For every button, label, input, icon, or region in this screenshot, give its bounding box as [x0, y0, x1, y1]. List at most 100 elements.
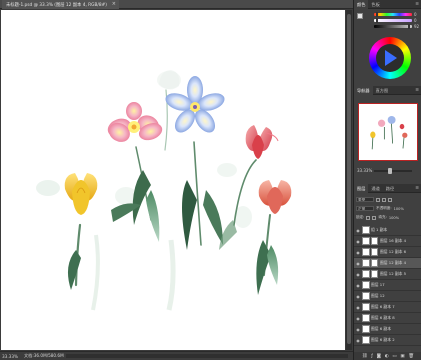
tab-color[interactable]: 颜色 [354, 0, 369, 9]
coral-tulip [258, 180, 292, 214]
status-bar: 33.33% 文档:36.0M/580.6M > [0, 351, 353, 360]
folder-icon[interactable]: ▭ [392, 354, 396, 359]
layer-name[interactable]: 组 1 副本 [371, 227, 405, 233]
opacity-label: 不透明度: [376, 206, 392, 210]
layer-name[interactable]: 图层 12 副本 6 [380, 249, 414, 255]
layer-mask-thumbnail[interactable] [371, 270, 378, 278]
layer-name[interactable]: 图层 17 [371, 282, 405, 288]
layer-name[interactable]: 图层 6 副本 7 [371, 304, 405, 310]
eye-icon[interactable]: ◉ [354, 250, 362, 255]
saturation-slider[interactable] [374, 18, 412, 23]
brightness-slider[interactable] [374, 24, 412, 29]
vertical-scroll-thumb[interactable] [347, 14, 351, 344]
layer-thumbnail[interactable] [362, 314, 370, 322]
vertical-scrollbar[interactable] [346, 10, 352, 350]
blend-mode-select[interactable]: 正常 [356, 206, 374, 211]
panel-menu-icon[interactable]: ≡ [415, 186, 419, 191]
fx-icon[interactable]: ƒ [371, 354, 373, 359]
color-wheel[interactable] [369, 37, 411, 79]
layer-name[interactable]: 图层 12 副本 5 [380, 271, 414, 277]
layer-thumbnail[interactable] [362, 248, 370, 256]
layer-row[interactable]: ◉ 图层 12 副本 6 [354, 247, 421, 258]
layer-name[interactable]: 图层 12 副本 4 [380, 260, 414, 266]
layer-row[interactable]: ◉ 图层 6 副本 8 [354, 313, 421, 324]
eye-icon[interactable]: ◉ [354, 316, 362, 321]
brightness-slider-handle[interactable] [408, 24, 410, 29]
layer-thumbnail[interactable] [362, 336, 370, 344]
layer-row[interactable]: ◉ 图层 17 [354, 280, 421, 291]
layer-mask-thumbnail[interactable] [371, 248, 378, 256]
eye-icon[interactable]: ◉ [354, 305, 362, 310]
layer-row[interactable]: ◉ 图层 6 副本 [354, 324, 421, 335]
layer-mask-thumbnail[interactable] [371, 259, 378, 267]
foreground-color-swatch[interactable] [357, 13, 363, 19]
tab-navigator[interactable]: 导航器 [354, 85, 373, 95]
eye-icon[interactable]: ◉ [354, 261, 362, 266]
navigator-preview[interactable] [358, 103, 418, 161]
filter-pixel-icon[interactable] [376, 197, 380, 202]
color-wheel-center[interactable] [376, 44, 404, 72]
hue-slider[interactable] [374, 12, 412, 17]
eye-icon[interactable]: ◉ [354, 239, 362, 244]
layer-row[interactable]: ◉ 图层 6 副本 7 [354, 302, 421, 313]
new-layer-icon[interactable]: ▣ [400, 354, 404, 359]
lock-pixels-icon[interactable] [366, 215, 371, 220]
adjustment-icon[interactable]: ◐ [385, 354, 389, 359]
filter-adjust-icon[interactable] [382, 197, 386, 202]
tab-paths[interactable]: 路径 [383, 184, 397, 193]
saturation-slider-handle[interactable] [376, 18, 378, 23]
layer-thumbnail[interactable] [362, 270, 370, 278]
tab-histogram[interactable]: 直方图 [373, 86, 392, 95]
trash-icon[interactable]: 🗑 [408, 354, 414, 359]
layer-row[interactable]: ◉ 图层 12 副本 5 [354, 269, 421, 280]
tab-swatches[interactable]: 色板 [368, 0, 382, 9]
layer-row[interactable]: ◉ 图层 6 副本 2 [354, 335, 421, 346]
layer-name[interactable]: 图层 6 副本 8 [371, 315, 405, 321]
layer-name[interactable]: 图层 16 副本 4 [380, 238, 414, 244]
layer-row[interactable]: ◉ 图层 12 [354, 291, 421, 302]
eye-icon[interactable]: ◉ [354, 294, 362, 299]
yellow-tulip [64, 173, 98, 215]
layer-kind-filter[interactable]: 类型 [356, 197, 374, 202]
navigator-zoom-knob[interactable] [388, 168, 392, 174]
color-triangle-icon[interactable] [385, 50, 397, 66]
layer-name[interactable]: 图层 6 副本 [371, 326, 405, 332]
tab-layers[interactable]: 图层 [354, 183, 369, 193]
eye-icon[interactable]: ◉ [354, 272, 362, 277]
layer-thumbnail[interactable] [362, 292, 370, 300]
panel-menu-icon[interactable]: ≡ [415, 88, 419, 93]
lock-position-icon[interactable] [372, 215, 377, 220]
layer-thumbnail[interactable] [362, 281, 370, 289]
navigator-zoom-slider[interactable] [374, 168, 412, 174]
link-icon[interactable]: ⛓ [362, 354, 368, 359]
layer-thumbnail[interactable] [362, 325, 370, 333]
layer-row[interactable]: ◉ 组 1 副本 [354, 225, 421, 236]
mask-icon[interactable]: ◙ [377, 354, 381, 359]
layer-row[interactable]: ◉ 图层 12 副本 4 [354, 258, 421, 269]
canvas[interactable] [1, 10, 345, 350]
eye-icon[interactable]: ◉ [354, 327, 362, 332]
panel-menu-icon[interactable]: ≡ [415, 2, 419, 7]
layer-thumbnail[interactable] [362, 226, 370, 234]
layer-thumbnail[interactable] [362, 259, 370, 267]
tab-channels[interactable]: 通道 [368, 184, 382, 193]
eye-icon[interactable]: ◉ [354, 228, 362, 233]
fill-value[interactable]: 100% [389, 216, 399, 220]
layer-mask-thumbnail[interactable] [371, 237, 378, 245]
opacity-value[interactable]: 100% [394, 207, 404, 211]
status-zoom[interactable]: 33.33% [2, 354, 18, 359]
layer-row[interactable]: ◉ 图层 16 副本 4 [354, 236, 421, 247]
eye-icon[interactable]: ◉ [354, 283, 362, 288]
layer-name[interactable]: 图层 6 副本 2 [371, 337, 405, 343]
navigator-zoom-value[interactable]: 33.33% [357, 168, 372, 173]
pink-flower [107, 102, 163, 142]
filter-type-icon[interactable] [388, 197, 392, 202]
layer-name[interactable]: 图层 12 [371, 293, 405, 299]
close-icon[interactable]: × [112, 1, 116, 7]
document-tab[interactable]: 未标题-1.psd @ 33.3% (图层 12 副本 4, RGB/8#) × [2, 0, 119, 9]
hue-slider-handle[interactable] [376, 12, 378, 17]
layer-thumbnail[interactable] [362, 303, 370, 311]
layer-thumbnail[interactable] [362, 237, 370, 245]
eye-icon[interactable]: ◉ [354, 338, 362, 343]
horizontal-scrollbar[interactable] [66, 354, 348, 358]
